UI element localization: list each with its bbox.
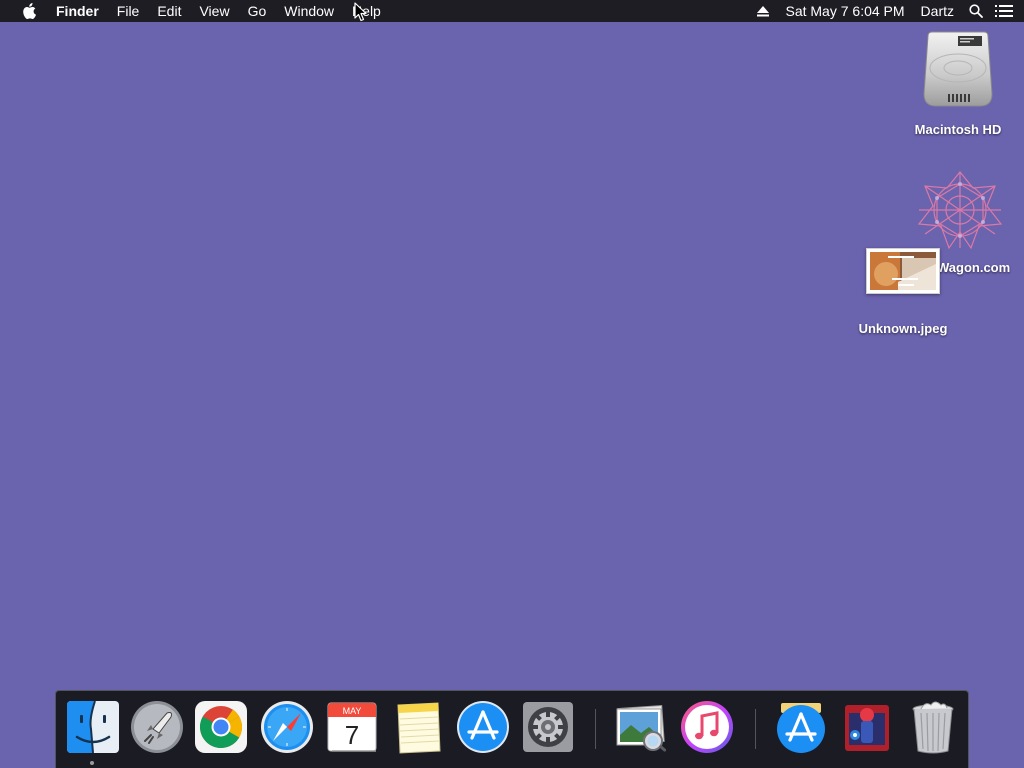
calendar-day: 7 — [345, 720, 359, 750]
menu-finder[interactable]: Finder — [56, 0, 108, 22]
dock-calendar-icon[interactable]: MAY 7 — [324, 699, 380, 755]
dock-trash-icon[interactable] — [905, 699, 961, 755]
menu-edit[interactable]: Edit — [148, 0, 190, 22]
dock-photo-booth-icon[interactable] — [839, 699, 895, 755]
dock-safari-icon[interactable] — [259, 699, 315, 755]
menu-window[interactable]: Window — [275, 0, 343, 22]
finder-running-indicator — [90, 761, 94, 765]
spotlight-search-icon[interactable] — [962, 0, 990, 22]
dock-system-preferences-icon[interactable] — [520, 699, 576, 755]
notification-center-icon[interactable] — [990, 0, 1018, 22]
menu-file[interactable]: File — [108, 0, 149, 22]
apple-menu-icon[interactable] — [0, 0, 56, 22]
desktop-icon-label: Unknown.jpeg — [858, 321, 948, 336]
mouse-cursor-icon — [354, 2, 368, 22]
menu-bar-extras: Sat May 7 6:04 PM Dartz — [749, 0, 1024, 22]
menu-view[interactable]: View — [190, 0, 238, 22]
dock-separator — [595, 709, 596, 749]
desktop-icon-label: Macintosh HD — [914, 122, 1002, 137]
network-sphere-icon — [915, 168, 1005, 252]
dock-itunes-icon[interactable] — [679, 699, 735, 755]
menu-bar: Finder File Edit View Go Window Help Sat… — [0, 0, 1024, 22]
dock-launchpad-icon[interactable] — [129, 699, 185, 755]
menu-go[interactable]: Go — [239, 0, 276, 22]
calendar-month: MAY — [343, 706, 362, 716]
dock: MAY 7 — [55, 690, 969, 768]
menu-user[interactable]: Dartz — [913, 0, 962, 22]
desktop-icon-macintosh-hd[interactable]: Macintosh HD — [908, 30, 1008, 137]
dock-notes-icon[interactable] — [390, 699, 446, 755]
dock-finder-icon[interactable] — [65, 699, 121, 755]
menu-clock[interactable]: Sat May 7 6:04 PM — [777, 0, 912, 22]
dock-app-store-icon[interactable] — [455, 699, 511, 755]
eject-icon[interactable] — [749, 0, 777, 22]
dock-preview-icon[interactable] — [613, 699, 669, 755]
dock-separator — [755, 709, 756, 749]
dock-app-store-download-icon[interactable] — [773, 699, 829, 755]
desktop-icon-unknown-jpeg[interactable]: Unknown.jpeg — [852, 248, 954, 336]
image-thumbnail-icon — [866, 248, 940, 294]
hard-drive-icon — [920, 30, 996, 112]
dock-chrome-icon[interactable] — [193, 699, 249, 755]
